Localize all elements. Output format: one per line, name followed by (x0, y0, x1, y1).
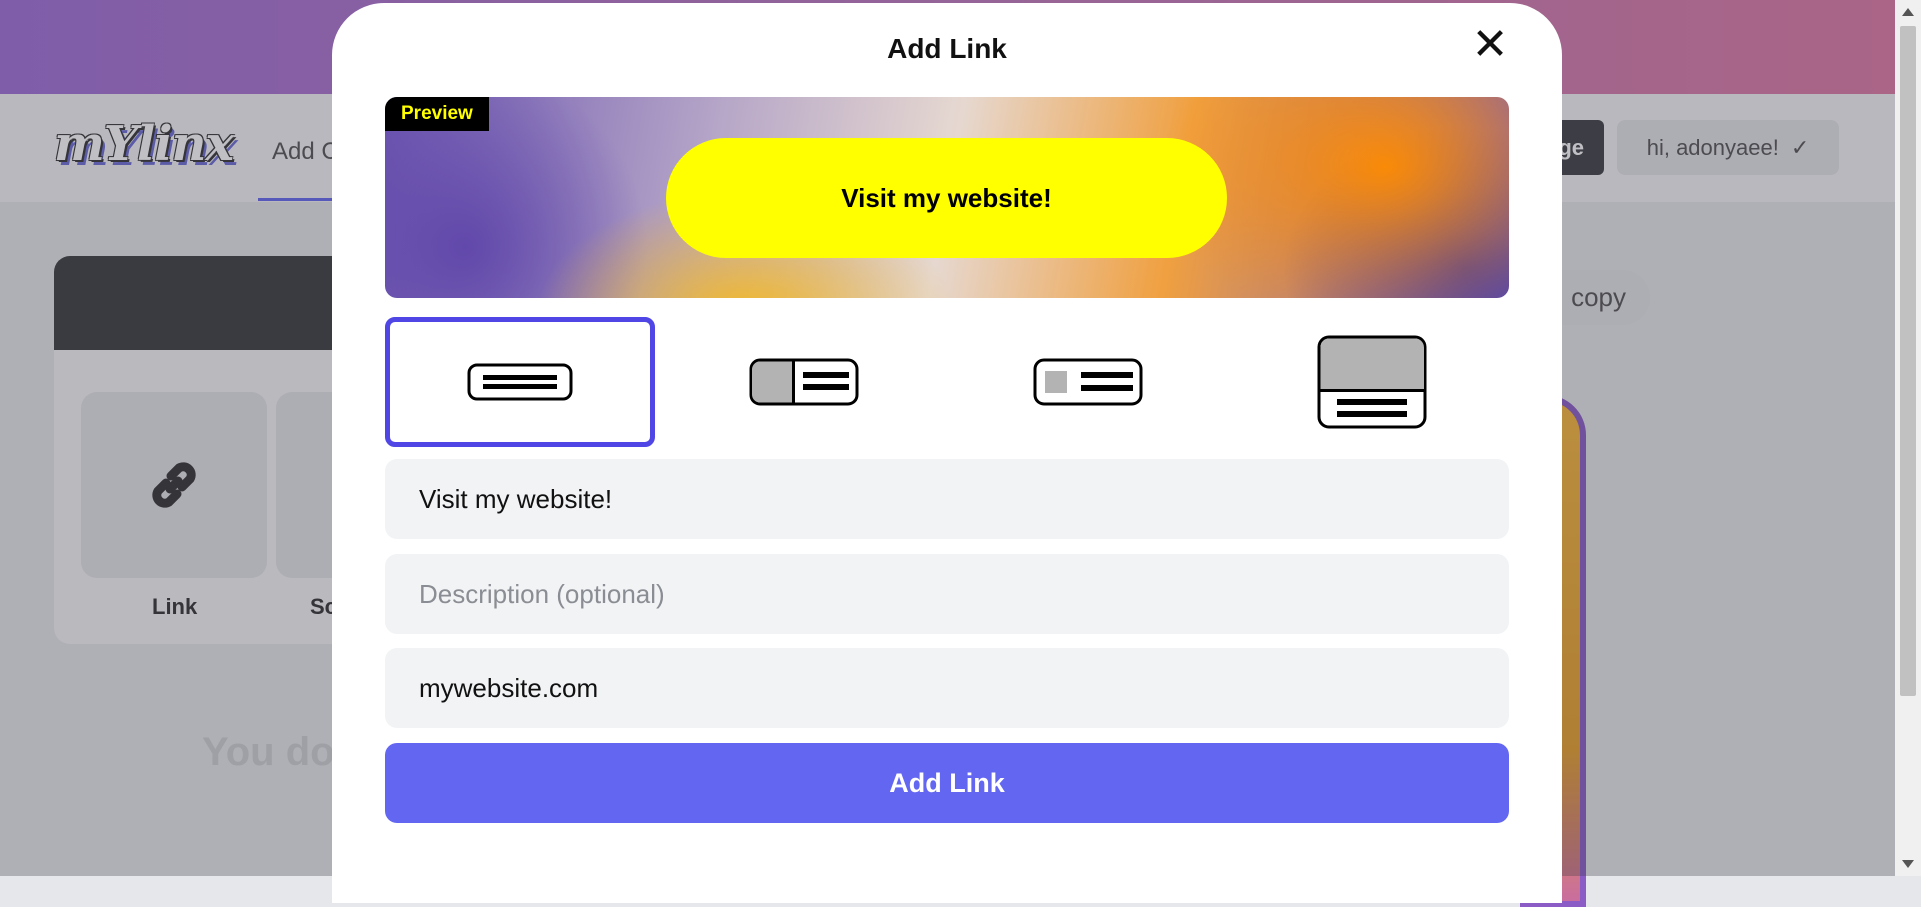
modal-title: Add Link (887, 33, 1007, 64)
scroll-up-arrow-icon[interactable] (1902, 8, 1914, 16)
scrollbar[interactable] (1895, 0, 1921, 876)
layout-small-icon-left-icon (1033, 358, 1143, 406)
layout-image-top-icon (1317, 335, 1427, 429)
layout-thumbnail-left-icon (749, 358, 859, 406)
add-link-button[interactable]: Add Link (385, 743, 1509, 823)
scroll-down-arrow-icon[interactable] (1902, 860, 1914, 868)
add-link-modal: Add Link ✕ Preview Visit my website! Vis… (332, 3, 1562, 903)
url-field[interactable] (385, 648, 1509, 728)
layout-option-small-icon-left[interactable] (953, 317, 1223, 447)
layout-option-image-top[interactable] (1237, 317, 1507, 447)
layout-option-thumbnail-left[interactable] (669, 317, 939, 447)
link-title-field[interactable] (385, 459, 1509, 539)
description-field[interactable] (385, 554, 1509, 634)
link-preview: Preview Visit my website! (385, 97, 1509, 298)
scrollbar-thumb[interactable] (1900, 26, 1916, 696)
close-icon[interactable]: ✕ (1470, 23, 1510, 67)
preview-badge: Preview (385, 97, 489, 131)
preview-link-button: Visit my website! (666, 138, 1227, 258)
layout-text-only-icon (467, 363, 573, 401)
layout-option-text-only[interactable] (385, 317, 655, 447)
